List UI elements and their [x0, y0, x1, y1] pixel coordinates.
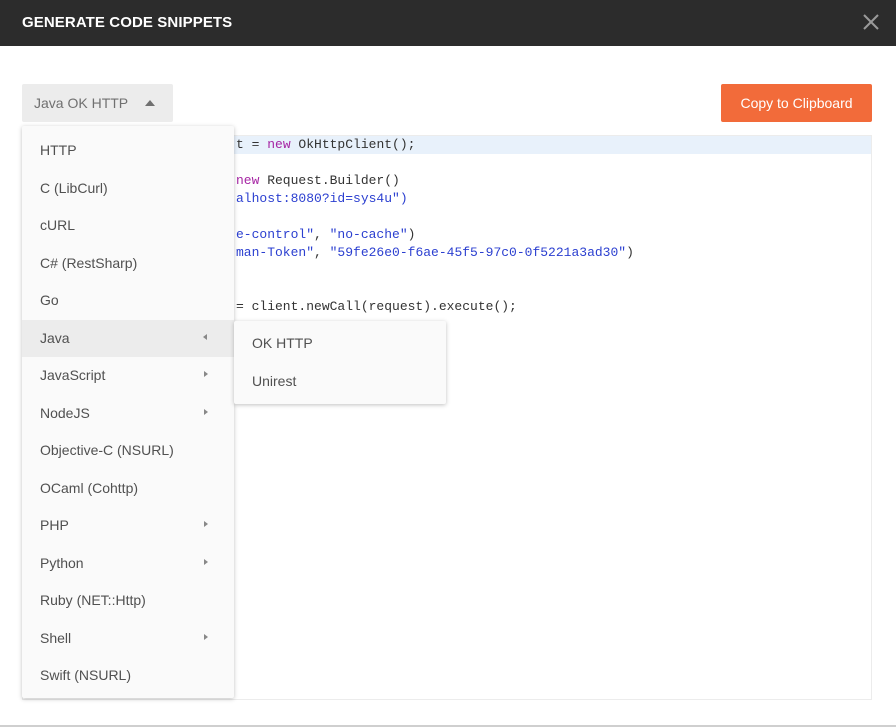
language-menu-item[interactable]: C (LibCurl) — [22, 170, 234, 207]
caret-up-icon — [145, 100, 155, 106]
java-submenu: OK HTTP Unirest — [234, 321, 446, 404]
language-menu-item[interactable]: C# (RestSharp) — [22, 245, 234, 282]
code-token: ) — [407, 227, 416, 242]
language-menu-item-label: C (LibCurl) — [40, 179, 108, 196]
code-token: "59fe26e0-f6ae-45f5-97c0-0f5221a3ad30" — [329, 245, 627, 260]
language-menu-item[interactable]: Ruby (NET::Http) — [22, 582, 234, 619]
language-menu-item-label: C# (RestSharp) — [40, 254, 138, 271]
code-token: , — [314, 227, 330, 242]
language-menu-item[interactable]: OCaml (Cohttp) — [22, 470, 234, 507]
code-line: man-Token", "59fe26e0-f6ae-45f5-97c0-0f5… — [236, 245, 634, 260]
java-submenu-item[interactable]: Unirest — [234, 362, 446, 399]
language-menu-item-label: Shell — [40, 629, 72, 646]
code-token: new — [267, 137, 291, 152]
chevron-right-icon — [204, 408, 208, 415]
language-menu-item-label: Java — [40, 329, 70, 346]
code-token: new — [236, 173, 260, 188]
code-token: "no-cache" — [329, 227, 408, 242]
language-menu-item-label: PHP — [40, 517, 69, 533]
language-menu-item[interactable]: Objective-C (NSURL) — [22, 432, 234, 469]
chevron-right-icon — [204, 558, 208, 565]
java-submenu-item-label: OK HTTP — [252, 335, 313, 351]
chevron-right-icon — [204, 633, 208, 640]
language-select[interactable]: Java OK HTTP — [22, 84, 173, 122]
language-menu-item[interactable]: Swift (NSURL) — [22, 657, 234, 694]
code-line: e-control", "no-cache") — [236, 227, 415, 242]
code-token: t = — [236, 137, 268, 152]
language-menu-item-label: Go — [40, 292, 59, 308]
code-token: ) — [626, 245, 634, 260]
copy-to-clipboard-button[interactable]: Copy to Clipboard — [721, 84, 872, 122]
code-token: man-Token" — [236, 245, 315, 260]
code-token: e-control" — [236, 227, 315, 242]
language-select-value: Java OK HTTP — [34, 95, 129, 111]
language-menu-item[interactable]: PHP — [22, 507, 234, 544]
language-menu-item[interactable]: Shell — [22, 620, 234, 657]
language-menu-item[interactable]: cURL — [22, 207, 234, 244]
language-menu-item[interactable]: NodeJS — [22, 395, 234, 432]
language-menu-item-label: Swift (NSURL) — [40, 667, 132, 683]
language-menu-item[interactable]: HTTP — [22, 132, 234, 169]
language-menu-item-label: Python — [40, 554, 84, 571]
language-menu-item[interactable]: JavaScript — [22, 357, 234, 394]
chevron-right-icon — [204, 371, 208, 377]
code-line: t = new OkHttpClient(); — [236, 137, 415, 152]
chevron-left-icon — [203, 333, 207, 340]
code-token: Request.Builder() — [259, 173, 400, 188]
code-token: OkHttpClient(); — [290, 137, 416, 152]
code-line: = client.newCall(request).execute(); — [236, 299, 517, 314]
dialog-title: GENERATE CODE SNIPPETS — [22, 14, 233, 31]
java-submenu-item[interactable]: OK HTTP — [234, 324, 446, 361]
language-menu-item[interactable]: Go — [22, 282, 234, 319]
java-submenu-item-label: Unirest — [252, 373, 297, 389]
code-token: = client.newCall(request).execute(); — [236, 299, 517, 314]
language-menu-item-label: Ruby (NET::Http) — [40, 592, 146, 608]
language-menu-item-label: HTTP — [40, 142, 77, 158]
language-menu-item-label: JavaScript — [40, 367, 106, 383]
close-icon[interactable] — [860, 11, 882, 33]
chevron-right-icon — [204, 521, 208, 527]
code-line: alhost:8080?id=sys4u") — [236, 191, 408, 206]
language-menu-item-label: cURL — [40, 217, 76, 233]
code-token: alhost:8080?id=sys4u") — [236, 191, 408, 206]
language-menu-item-label: NodeJS — [40, 404, 90, 421]
language-menu: HTTP C (LibCurl) cURL C# (RestSharp) Go Java J… — [22, 126, 234, 698]
dialog-header: GENERATE CODE SNIPPETS — [0, 0, 896, 46]
language-menu-item[interactable]: Java — [22, 319, 234, 357]
code-token: , — [314, 245, 330, 260]
code-line: new Request.Builder() — [236, 173, 400, 188]
language-menu-item-label: OCaml (Cohttp) — [40, 479, 139, 496]
language-menu-item-label: Objective-C (NSURL) — [40, 442, 174, 458]
language-menu-item[interactable]: Python — [22, 545, 234, 582]
